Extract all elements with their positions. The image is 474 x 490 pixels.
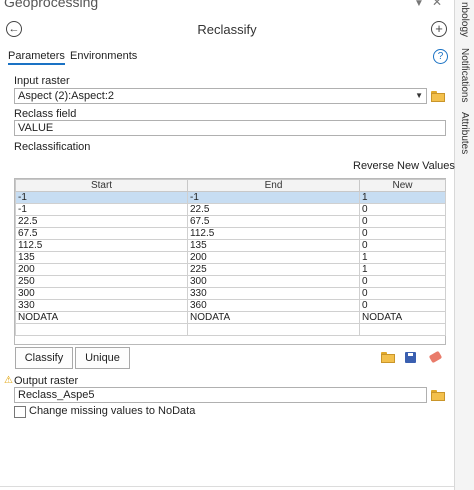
side-tab-strip: nbology Notifications Attributes	[454, 0, 474, 490]
reclass-field-label: Reclass field	[14, 108, 77, 120]
new-cell[interactable]: 0	[359, 287, 446, 300]
new-cell[interactable]: 0	[359, 275, 446, 288]
table-row[interactable]: NODATA NODATA NODATA	[15, 311, 446, 324]
warning-icon: ⚠	[4, 375, 13, 386]
end-cell[interactable]: 225	[187, 263, 360, 276]
start-cell[interactable]	[15, 323, 188, 336]
reverse-new-values-button[interactable]: Reverse New Values	[353, 160, 455, 172]
output-raster-label: Output raster	[14, 375, 79, 387]
table-row[interactable]: 22.5 67.5 0	[15, 215, 446, 228]
new-cell[interactable]: 0	[359, 203, 446, 216]
end-cell[interactable]: 200	[187, 251, 360, 264]
pane-title: Geoprocessing	[4, 0, 99, 10]
table-row[interactable]: 200 225 1	[15, 263, 446, 276]
start-cell[interactable]: 300	[15, 287, 188, 300]
table-row[interactable]: 250 300 0	[15, 275, 446, 288]
new-cell[interactable]: 0	[359, 239, 446, 252]
table-row[interactable]: 135 200 1	[15, 251, 446, 264]
column-header-end[interactable]: End	[187, 179, 360, 192]
end-cell[interactable]: 300	[187, 275, 360, 288]
reclassification-label: Reclassification	[14, 141, 91, 153]
new-cell[interactable]: 1	[359, 263, 446, 276]
help-icon-label: ?	[437, 51, 444, 62]
column-header-new[interactable]: New	[359, 179, 446, 192]
tab-parameters[interactable]: Parameters	[8, 50, 65, 65]
chevron-down-icon[interactable]: ▼	[415, 89, 423, 103]
input-raster-dropdown[interactable]: Aspect (2):Aspect:2 ▼	[14, 88, 427, 104]
browse-folder-icon[interactable]	[431, 91, 445, 102]
output-raster-field[interactable]: Reclass_Aspe5	[14, 387, 427, 403]
end-cell[interactable]: 360	[187, 299, 360, 312]
tool-title: Reclassify	[197, 22, 257, 37]
new-cell[interactable]: 0	[359, 299, 446, 312]
new-cell[interactable]: 1	[359, 191, 446, 204]
new-cell[interactable]	[359, 323, 446, 336]
start-cell[interactable]: 135	[15, 251, 188, 264]
tab-environments[interactable]: Environments	[70, 50, 137, 62]
end-cell[interactable]: 112.5	[187, 227, 360, 240]
end-cell[interactable]	[187, 323, 360, 336]
new-cell[interactable]: NODATA	[359, 311, 446, 324]
table-row[interactable]: -1 -1 1	[15, 191, 446, 204]
new-cell[interactable]: 0	[359, 227, 446, 240]
browse-output-folder-icon[interactable]	[431, 390, 445, 401]
nodata-checkbox-label: Change missing values to NoData	[29, 405, 196, 417]
start-cell[interactable]: 112.5	[15, 239, 188, 252]
table-row[interactable]: 300 330 0	[15, 287, 446, 300]
pane-header: Geoprocessing ▼ ✕	[0, 0, 454, 12]
table-row[interactable]: -1 22.5 0	[15, 203, 446, 216]
table-row[interactable]: 112.5 135 0	[15, 239, 446, 252]
unique-button[interactable]: Unique	[75, 347, 130, 369]
reclass-field-value: VALUE	[18, 122, 54, 134]
pin-icon[interactable]: ▼	[414, 0, 424, 9]
help-icon[interactable]: ?	[433, 49, 448, 64]
end-cell[interactable]: 330	[187, 287, 360, 300]
column-header-start[interactable]: Start	[15, 179, 188, 192]
eraser-icon[interactable]	[428, 350, 443, 364]
side-tab-notifications[interactable]: Notifications	[459, 48, 470, 102]
start-cell[interactable]: -1	[15, 191, 188, 204]
end-cell[interactable]: 67.5	[187, 215, 360, 228]
output-raster-value: Reclass_Aspe5	[18, 389, 95, 401]
input-raster-value: Aspect (2):Aspect:2	[18, 90, 114, 102]
start-cell[interactable]: -1	[15, 203, 188, 216]
start-cell[interactable]: 330	[15, 299, 188, 312]
close-icon[interactable]: ✕	[432, 0, 442, 9]
table-header-row: Start End New	[15, 179, 446, 192]
table-row[interactable]: 67.5 112.5 0	[15, 227, 446, 240]
start-cell[interactable]: 250	[15, 275, 188, 288]
add-icon[interactable]: +	[431, 21, 447, 37]
input-raster-label: Input raster	[14, 75, 70, 87]
end-cell[interactable]: 135	[187, 239, 360, 252]
end-cell[interactable]: 22.5	[187, 203, 360, 216]
end-cell[interactable]: NODATA	[187, 311, 360, 324]
table-row[interactable]: 330 360 0	[15, 299, 446, 312]
start-cell[interactable]: NODATA	[15, 311, 188, 324]
save-icon[interactable]	[405, 352, 416, 363]
side-tab-attributes[interactable]: Attributes	[459, 112, 470, 154]
table-row[interactable]	[15, 323, 446, 336]
load-remap-folder-icon[interactable]	[381, 352, 395, 363]
new-cell[interactable]: 0	[359, 215, 446, 228]
reclassification-table: Start End New -1 -1 1 -1 22.5 0 22.5 67.5 0 67…	[14, 178, 446, 345]
classify-button[interactable]: Classify	[15, 347, 73, 369]
start-cell[interactable]: 22.5	[15, 215, 188, 228]
side-tab-symbology[interactable]: nbology	[459, 2, 470, 37]
reclass-field-select[interactable]: VALUE	[14, 120, 446, 136]
nodata-checkbox[interactable]	[14, 406, 26, 418]
end-cell[interactable]: -1	[187, 191, 360, 204]
new-cell[interactable]: 1	[359, 251, 446, 264]
start-cell[interactable]: 67.5	[15, 227, 188, 240]
divider	[0, 486, 454, 487]
start-cell[interactable]: 200	[15, 263, 188, 276]
